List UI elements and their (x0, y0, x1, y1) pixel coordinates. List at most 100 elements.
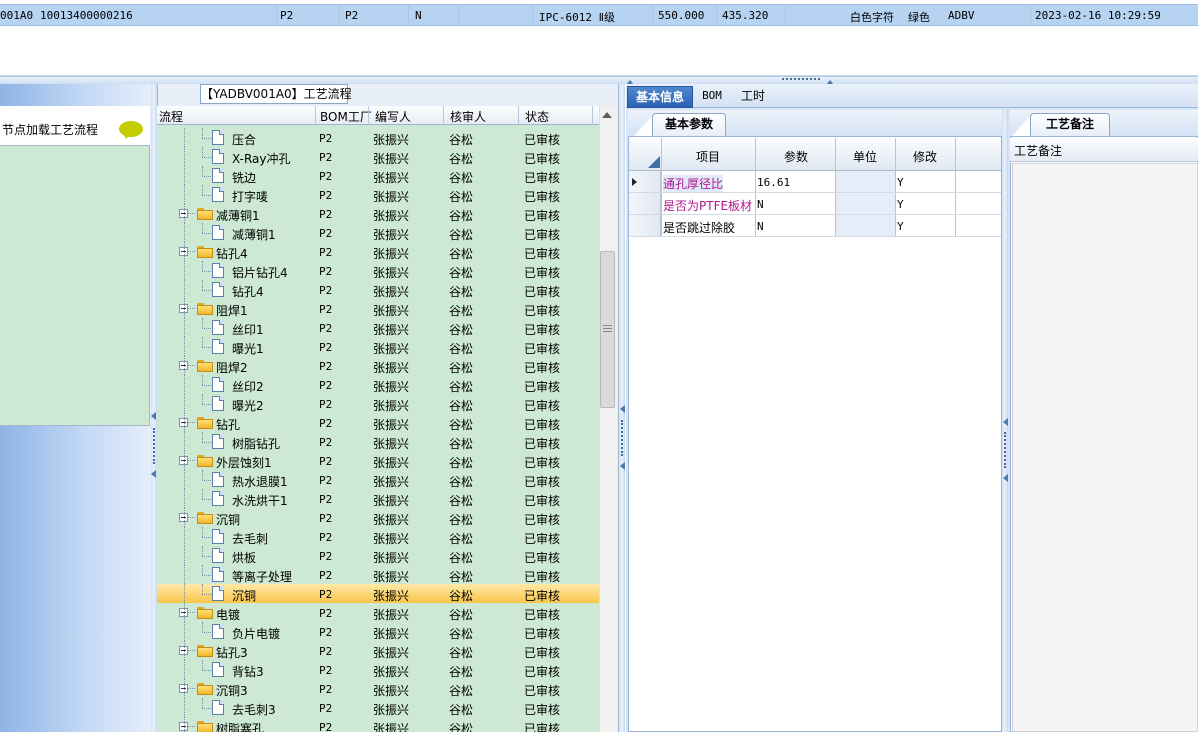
horizontal-splitter[interactable] (0, 76, 1198, 84)
param-value-cell[interactable]: N (757, 198, 764, 211)
tree-row[interactable]: 沉铜 P2 张振兴 谷松 已审核 (157, 584, 599, 603)
param-unit-cell[interactable] (836, 193, 895, 214)
collapse-left-icon[interactable] (1003, 474, 1008, 482)
bom-factory-cell: P2 (319, 664, 333, 677)
tree-row[interactable]: 压合 P2 张振兴 谷松 已审核 (157, 128, 599, 147)
tree-row[interactable]: 丝印1 P2 张振兴 谷松 已审核 (157, 318, 599, 337)
column-header-unit[interactable]: 单位 (853, 148, 877, 165)
tree-row[interactable]: 铝片钻孔4 P2 张振兴 谷松 已审核 (157, 261, 599, 280)
reviewer-cell: 谷松 (449, 342, 474, 356)
param-unit-cell[interactable] (836, 215, 895, 236)
column-header-modify[interactable]: 修改 (913, 148, 937, 165)
tree-row[interactable]: 热水退膜1 P2 张振兴 谷松 已审核 (157, 470, 599, 489)
param-value-cell[interactable]: N (757, 220, 764, 233)
tree-row[interactable]: 曝光2 P2 张振兴 谷松 已审核 (157, 394, 599, 413)
subtab-basic-params[interactable]: 基本参数 (652, 113, 726, 136)
tree-row[interactable]: 沉铜 P2 张振兴 谷松 已审核 (157, 508, 599, 527)
collapse-left-icon[interactable] (151, 412, 156, 420)
folder-icon (197, 246, 213, 258)
tab-basic-info[interactable]: 基本信息 (627, 86, 693, 108)
selected-record-row[interactable]: 001A0 10013400000216 P2 P2 N IPC-6012 Ⅱ级… (0, 4, 1198, 26)
tree-row[interactable]: X-Ray冲孔 P2 张振兴 谷松 已审核 (157, 147, 599, 166)
tree-row[interactable]: 减薄铜1 P2 张振兴 谷松 已审核 (157, 223, 599, 242)
param-item-cell[interactable]: 是否跳过除胶 (663, 219, 735, 236)
tree-row[interactable]: 等离子处理 P2 张振兴 谷松 已审核 (157, 565, 599, 584)
tree-row[interactable]: 电镀 P2 张振兴 谷松 已审核 (157, 603, 599, 622)
param-unit-cell[interactable] (836, 171, 895, 192)
writer-cell: 张振兴 (373, 589, 410, 603)
tree-row[interactable]: 沉铜3 P2 张振兴 谷松 已审核 (157, 679, 599, 698)
tree-row[interactable]: 烘板 P2 张振兴 谷松 已审核 (157, 546, 599, 565)
param-row[interactable]: 是否跳过除胶 N Y (629, 215, 1001, 237)
document-icon (212, 396, 224, 411)
row-header[interactable] (629, 215, 661, 236)
tree-row[interactable]: 水洗烘干1 P2 张振兴 谷松 已审核 (157, 489, 599, 508)
tree-node-label: 压合 (232, 133, 257, 147)
tree-row[interactable]: 减薄铜1 P2 张振兴 谷松 已审核 (157, 204, 599, 223)
param-value-cell[interactable]: 16.61 (757, 176, 790, 189)
folder-icon (197, 360, 213, 372)
param-modified-cell[interactable]: Y (897, 176, 904, 189)
collapse-left-icon[interactable] (1003, 418, 1008, 426)
splitter-grip-icon[interactable] (1004, 432, 1006, 468)
tree-row[interactable]: 去毛刺 P2 张振兴 谷松 已审核 (157, 527, 599, 546)
param-modified-cell[interactable]: Y (897, 220, 904, 233)
row-header[interactable] (629, 171, 661, 192)
tree-vertical-scrollbar[interactable] (599, 106, 617, 732)
notes-textarea[interactable] (1012, 163, 1198, 732)
tab-bom[interactable]: BOM (696, 86, 728, 108)
column-header-writer[interactable]: 编写人 (375, 108, 411, 125)
param-item-cell[interactable]: 通孔厚径比 (663, 175, 724, 192)
tree-node-label: 背钻3 (232, 665, 264, 679)
status-cell: 已审核 (524, 380, 561, 394)
tree-row[interactable]: 树脂塞孔 P2 张振兴 谷松 已审核 (157, 717, 599, 732)
column-header-item[interactable]: 项目 (696, 148, 720, 165)
collapse-left-icon[interactable] (620, 462, 625, 470)
param-row[interactable]: 是否为PTFE板材 N Y (629, 193, 1001, 215)
tree-row[interactable]: 去毛刺3 P2 张振兴 谷松 已审核 (157, 698, 599, 717)
left-node-box (0, 106, 150, 426)
collapse-left-icon[interactable] (620, 405, 625, 413)
column-header-reviewer[interactable]: 核审人 (450, 108, 486, 125)
tree-row[interactable]: 钻孔3 P2 张振兴 谷松 已审核 (157, 641, 599, 660)
document-icon (212, 548, 224, 563)
tree-row[interactable]: 阻焊2 P2 张振兴 谷松 已审核 (157, 356, 599, 375)
bom-factory-cell: P2 (319, 246, 333, 259)
writer-cell: 张振兴 (373, 418, 410, 432)
column-header-param[interactable]: 参数 (784, 148, 808, 165)
tree-row[interactable]: 钻孔4 P2 张振兴 谷松 已审核 (157, 280, 599, 299)
collapse-left-icon[interactable] (151, 470, 156, 478)
tree-row[interactable]: 打字唛 P2 张振兴 谷松 已审核 (157, 185, 599, 204)
record-cell: ADBV (948, 9, 975, 22)
tree-row[interactable]: 背钻3 P2 张振兴 谷松 已审核 (157, 660, 599, 679)
document-icon (212, 662, 224, 677)
param-modified-cell[interactable]: Y (897, 198, 904, 211)
column-header-bom-factory[interactable]: BOM工厂 (320, 108, 372, 125)
tree-row[interactable]: 外层蚀刻1 P2 张振兴 谷松 已审核 (157, 451, 599, 470)
reviewer-cell: 谷松 (449, 323, 474, 337)
bom-factory-cell: P2 (319, 227, 333, 240)
tree-node-label: 铝片钻孔4 (232, 266, 288, 280)
tree-row[interactable]: 铣边 P2 张振兴 谷松 已审核 (157, 166, 599, 185)
writer-cell: 张振兴 (373, 247, 410, 261)
subtab-process-notes[interactable]: 工艺备注 (1030, 113, 1110, 136)
tree-row[interactable]: 钻孔 P2 张振兴 谷松 已审核 (157, 413, 599, 432)
tree-row[interactable]: 阻焊1 P2 张振兴 谷松 已审核 (157, 299, 599, 318)
tree-node-label: 去毛刺 (232, 532, 269, 546)
row-header[interactable] (629, 193, 661, 214)
splitter-grip-icon[interactable] (153, 428, 155, 464)
tab-work-time[interactable]: 工时 (734, 86, 772, 108)
splitter-grip-icon[interactable] (782, 78, 820, 82)
tree-row[interactable]: 钻孔4 P2 张振兴 谷松 已审核 (157, 242, 599, 261)
param-item-cell[interactable]: 是否为PTFE板材 (663, 197, 752, 214)
scroll-up-arrow-icon[interactable] (602, 112, 612, 118)
param-row[interactable]: 通孔厚径比 16.61 Y (629, 171, 1001, 193)
splitter-grip-icon[interactable] (621, 420, 623, 456)
tree-row[interactable]: 曝光1 P2 张振兴 谷松 已审核 (157, 337, 599, 356)
column-header-flow[interactable]: 流程 (159, 108, 183, 125)
grid-corner-icon (648, 156, 660, 168)
tree-row[interactable]: 树脂钻孔 P2 张振兴 谷松 已审核 (157, 432, 599, 451)
column-header-status[interactable]: 状态 (525, 108, 549, 125)
tree-row[interactable]: 负片电镀 P2 张振兴 谷松 已审核 (157, 622, 599, 641)
tree-row[interactable]: 丝印2 P2 张振兴 谷松 已审核 (157, 375, 599, 394)
